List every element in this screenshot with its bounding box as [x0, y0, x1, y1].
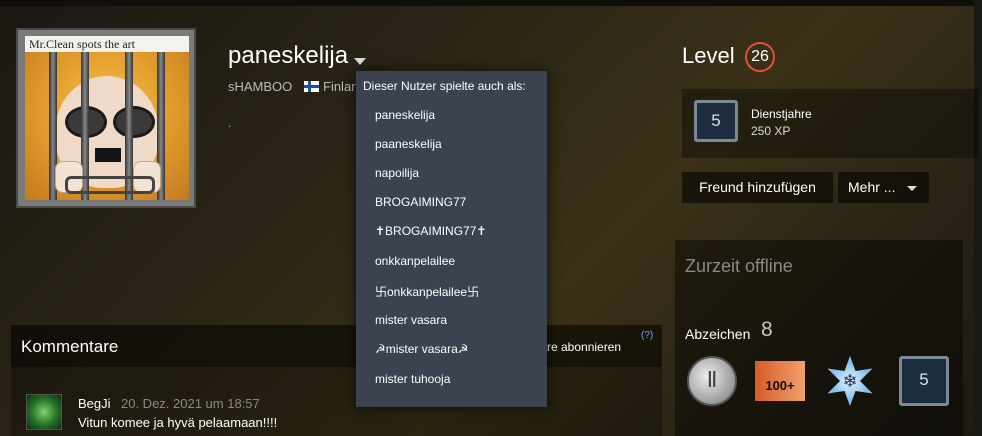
level-badge[interactable]: 26 [745, 42, 775, 72]
profile-avatar: Mr.Clean spots the art [16, 28, 196, 208]
avatar-caption: Mr.Clean spots the art [25, 36, 189, 52]
help-link[interactable]: (?) [641, 330, 653, 341]
alias-dropdown-caret-icon[interactable] [354, 58, 366, 65]
finland-flag-icon [304, 81, 319, 92]
alias-history-dropdown: Dieser Nutzer spielte auch als: paneskel… [356, 71, 547, 407]
featured-badge-title: Dienstjahre [751, 107, 812, 121]
comments-title: Kommentare [21, 337, 119, 356]
years-of-service-badge-icon[interactable]: 5 [899, 356, 949, 406]
comments-header: Kommentare tare abonnieren (?) [11, 325, 662, 367]
more-button[interactable]: Mehr ... [838, 172, 929, 203]
right-edge [974, 0, 982, 436]
alias-item: BROGAIMING77 [375, 195, 467, 209]
badges-count: 8 [761, 318, 773, 341]
snowflake-badge-icon[interactable]: ❄ [827, 356, 873, 406]
comment-text: Vitun komee ja hyvä pelaamaan!!!! [78, 415, 278, 430]
alias-item: ✝BROGAIMING77✝ [375, 224, 487, 238]
comments-list: BegJi 20. Dez. 2021 um 18:57 Vitun komee… [11, 367, 662, 436]
chevron-down-icon [907, 186, 917, 191]
add-friend-button[interactable]: Freund hinzufügen [682, 172, 833, 203]
avatar-right-eye [113, 106, 155, 138]
alias-item: ☭mister vasara☭ [375, 342, 469, 356]
online-status: Zurzeit offline [685, 256, 793, 276]
status-panel: Zurzeit offline Abzeichen 8 Ⅱ 100+ ❄ 5 [675, 240, 963, 436]
100-plus-badge-icon[interactable]: 100+ [755, 361, 805, 401]
more-button-label: Mehr ... [848, 179, 896, 195]
alias-item: mister tuhooja [375, 372, 451, 386]
years-of-service-icon: 5 [694, 100, 738, 142]
avatar-chain [65, 176, 155, 194]
featured-badge-xp: 250 XP [751, 124, 791, 138]
avatar-mustache [95, 148, 121, 162]
alias-item: napoilija [375, 166, 420, 180]
coin-badge-icon[interactable]: Ⅱ [687, 356, 737, 406]
featured-badge[interactable]: 5 Dienstjahre 250 XP [682, 89, 978, 158]
alias-item: onkkanpelailee [375, 254, 456, 268]
alias-item: paneskelija [375, 108, 436, 122]
level-label: Level [682, 43, 735, 68]
comment-timestamp: 20. Dez. 2021 um 18:57 [121, 396, 260, 411]
avatar-image: Mr.Clean spots the art [25, 36, 189, 200]
profile-real-name: sHAMBOO [228, 79, 293, 94]
subscribe-comments-link[interactable]: tare abonnieren [537, 340, 621, 354]
alias-item: 卐onkkanpelailee卐 [375, 285, 480, 299]
alias-item: mister vasara [375, 313, 448, 327]
profile-username: paneskelija [228, 42, 349, 69]
commenter-avatar[interactable] [26, 394, 62, 430]
badges-link[interactable]: Abzeichen [685, 326, 750, 342]
top-bar [0, 0, 982, 6]
profile-country: Finlan [323, 79, 359, 94]
comment-author[interactable]: BegJi [78, 396, 111, 411]
alias-item: paaneskelija [375, 137, 442, 151]
profile-summary: . [228, 116, 232, 130]
alias-history-header: Dieser Nutzer spielte auch als: [363, 79, 526, 93]
